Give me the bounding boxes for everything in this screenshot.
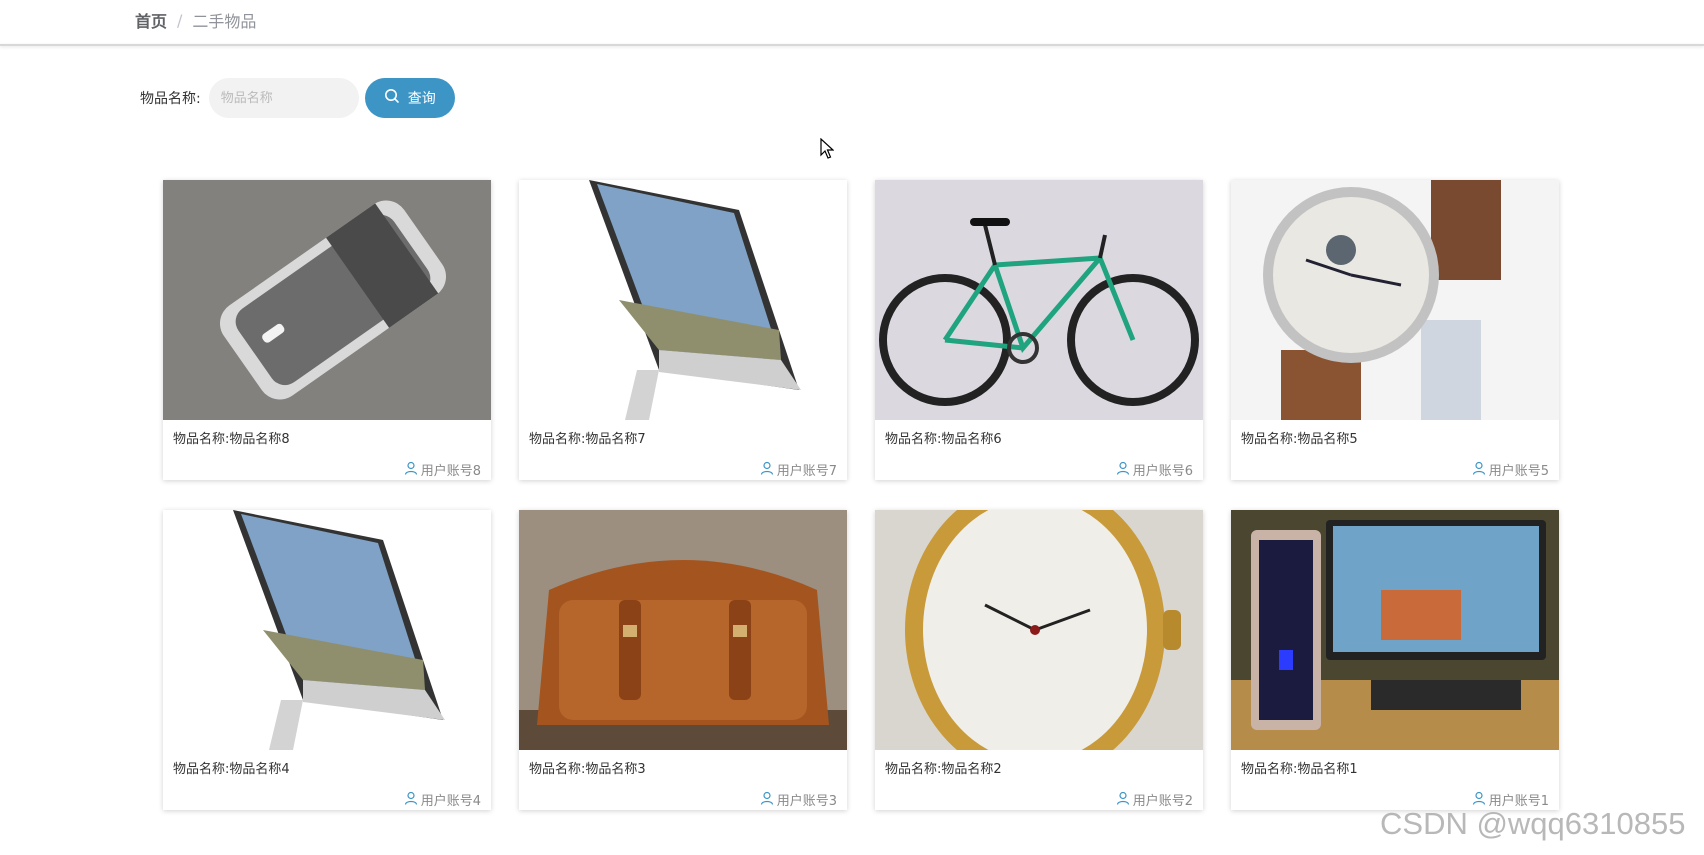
item-name: 物品名称:物品名称4 — [173, 762, 290, 777]
item-image-bicycle[interactable] — [875, 180, 1203, 420]
page: 首页 / 二手物品 物品名称: 查询 — [0, 0, 1704, 855]
breadcrumb-current: 二手物品 — [192, 12, 257, 31]
item-name: 物品名称:物品名称6 — [885, 432, 1002, 447]
search-icon — [384, 88, 400, 108]
item-card[interactable]: 物品名称:物品名称1 用户账号1 — [1231, 510, 1559, 810]
item-user-label: 用户账号2 — [1132, 794, 1193, 809]
item-user-label: 用户账号5 — [1488, 464, 1549, 479]
item-user: 用户账号4 — [404, 790, 481, 809]
item-name: 物品名称:物品名称7 — [529, 432, 646, 447]
item-name: 物品名称:物品名称8 — [173, 432, 290, 447]
item-user-label: 用户账号4 — [420, 794, 481, 809]
item-user-label: 用户账号8 — [420, 464, 481, 479]
search-bar: 物品名称: 查询 — [140, 78, 455, 118]
breadcrumb-separator: / — [177, 10, 183, 30]
user-icon — [1116, 791, 1130, 809]
item-grid: 物品名称:物品名称8 用户账号8 物品名称:物品名称7 用户账号7 物品名称:物… — [163, 180, 1559, 810]
item-image-grimoldi-watch[interactable] — [875, 510, 1203, 750]
item-user: 用户账号3 — [760, 790, 837, 809]
user-icon — [404, 461, 418, 479]
mouse-cursor-icon — [820, 137, 835, 164]
item-user: 用户账号8 — [404, 460, 481, 479]
user-icon — [404, 791, 418, 809]
watermark-text: CSDN @wqq6310855 — [1380, 806, 1686, 841]
item-user-label: 用户账号6 — [1132, 464, 1193, 479]
search-label: 物品名称: — [140, 91, 201, 107]
item-image-wristwatch[interactable] — [1231, 180, 1559, 420]
item-card[interactable]: 物品名称:物品名称2 用户账号2 — [875, 510, 1203, 810]
item-card[interactable]: 物品名称:物品名称6 用户账号6 — [875, 180, 1203, 480]
item-name: 物品名称:物品名称3 — [529, 762, 646, 777]
item-card[interactable]: 物品名称:物品名称4 用户账号4 — [163, 510, 491, 810]
item-card[interactable]: 物品名称:物品名称8 用户账号8 — [163, 180, 491, 480]
user-icon — [1472, 461, 1486, 479]
user-icon — [1116, 461, 1130, 479]
user-icon — [760, 791, 774, 809]
item-image-imac[interactable] — [163, 510, 491, 750]
item-user: 用户账号6 — [1116, 460, 1193, 479]
search-button-label: 查询 — [407, 91, 436, 107]
item-name: 物品名称:物品名称2 — [885, 762, 1002, 777]
item-image-nokia-phone[interactable] — [163, 180, 491, 420]
item-card[interactable]: 物品名称:物品名称7 用户账号7 — [519, 180, 847, 480]
item-image-imac[interactable] — [519, 180, 847, 420]
item-name: 物品名称:物品名称1 — [1241, 762, 1358, 777]
breadcrumb: 首页 / 二手物品 — [135, 8, 256, 32]
item-user: 用户账号2 — [1116, 790, 1193, 809]
search-input[interactable] — [208, 78, 359, 118]
item-image-leather-bag[interactable] — [519, 510, 847, 750]
item-user-label: 用户账号7 — [776, 464, 837, 479]
item-card[interactable]: 物品名称:物品名称3 用户账号3 — [519, 510, 847, 810]
item-user-label: 用户账号3 — [776, 794, 837, 809]
item-user: 用户账号7 — [760, 460, 837, 479]
breadcrumb-home[interactable]: 首页 — [135, 8, 167, 32]
item-user: 用户账号5 — [1472, 460, 1549, 479]
search-button[interactable]: 查询 — [364, 78, 455, 118]
header-divider — [0, 44, 1704, 46]
item-card[interactable]: 物品名称:物品名称5 用户账号5 — [1231, 180, 1559, 480]
item-name: 物品名称:物品名称5 — [1241, 432, 1358, 447]
item-image-gaming-pc[interactable] — [1231, 510, 1559, 750]
user-icon — [760, 461, 774, 479]
